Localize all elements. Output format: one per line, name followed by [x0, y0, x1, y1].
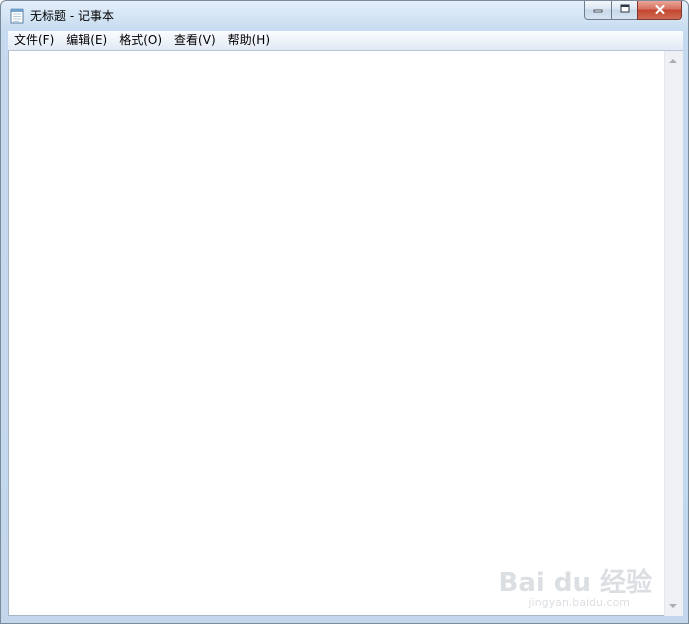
minimize-icon [593, 5, 603, 16]
menu-edit[interactable]: 编辑(E) [60, 31, 113, 50]
text-editor-area[interactable] [8, 51, 664, 616]
title-bar[interactable]: 无标题 - 记事本 [1, 1, 688, 31]
window-title: 无标题 - 记事本 [30, 9, 114, 23]
notepad-window: 无标题 - 记事本 文件(F) 编辑(E) 格式(O) 查看(V) 帮助(H) … [0, 0, 689, 624]
maximize-button[interactable] [611, 1, 637, 20]
menu-view[interactable]: 查看(V) [168, 31, 222, 50]
notepad-icon [10, 8, 24, 24]
scroll-down-arrow-icon[interactable] [669, 604, 677, 608]
vertical-scrollbar[interactable] [664, 51, 683, 616]
menu-file[interactable]: 文件(F) [8, 31, 60, 50]
caption-buttons [584, 1, 682, 21]
baidu-jingyan-watermark: Bai du 经验 jingyan.baidu.com [499, 570, 653, 609]
watermark-logo: Bai du 经验 [498, 568, 653, 598]
menu-help[interactable]: 帮助(H) [222, 31, 276, 50]
restore-icon [620, 4, 630, 16]
menu-format[interactable]: 格式(O) [113, 31, 168, 50]
minimize-button[interactable] [584, 1, 611, 20]
menu-bar: 文件(F) 编辑(E) 格式(O) 查看(V) 帮助(H) [8, 31, 683, 51]
close-button[interactable] [637, 1, 682, 20]
close-icon [655, 3, 665, 17]
scroll-up-arrow-icon[interactable] [669, 59, 677, 63]
